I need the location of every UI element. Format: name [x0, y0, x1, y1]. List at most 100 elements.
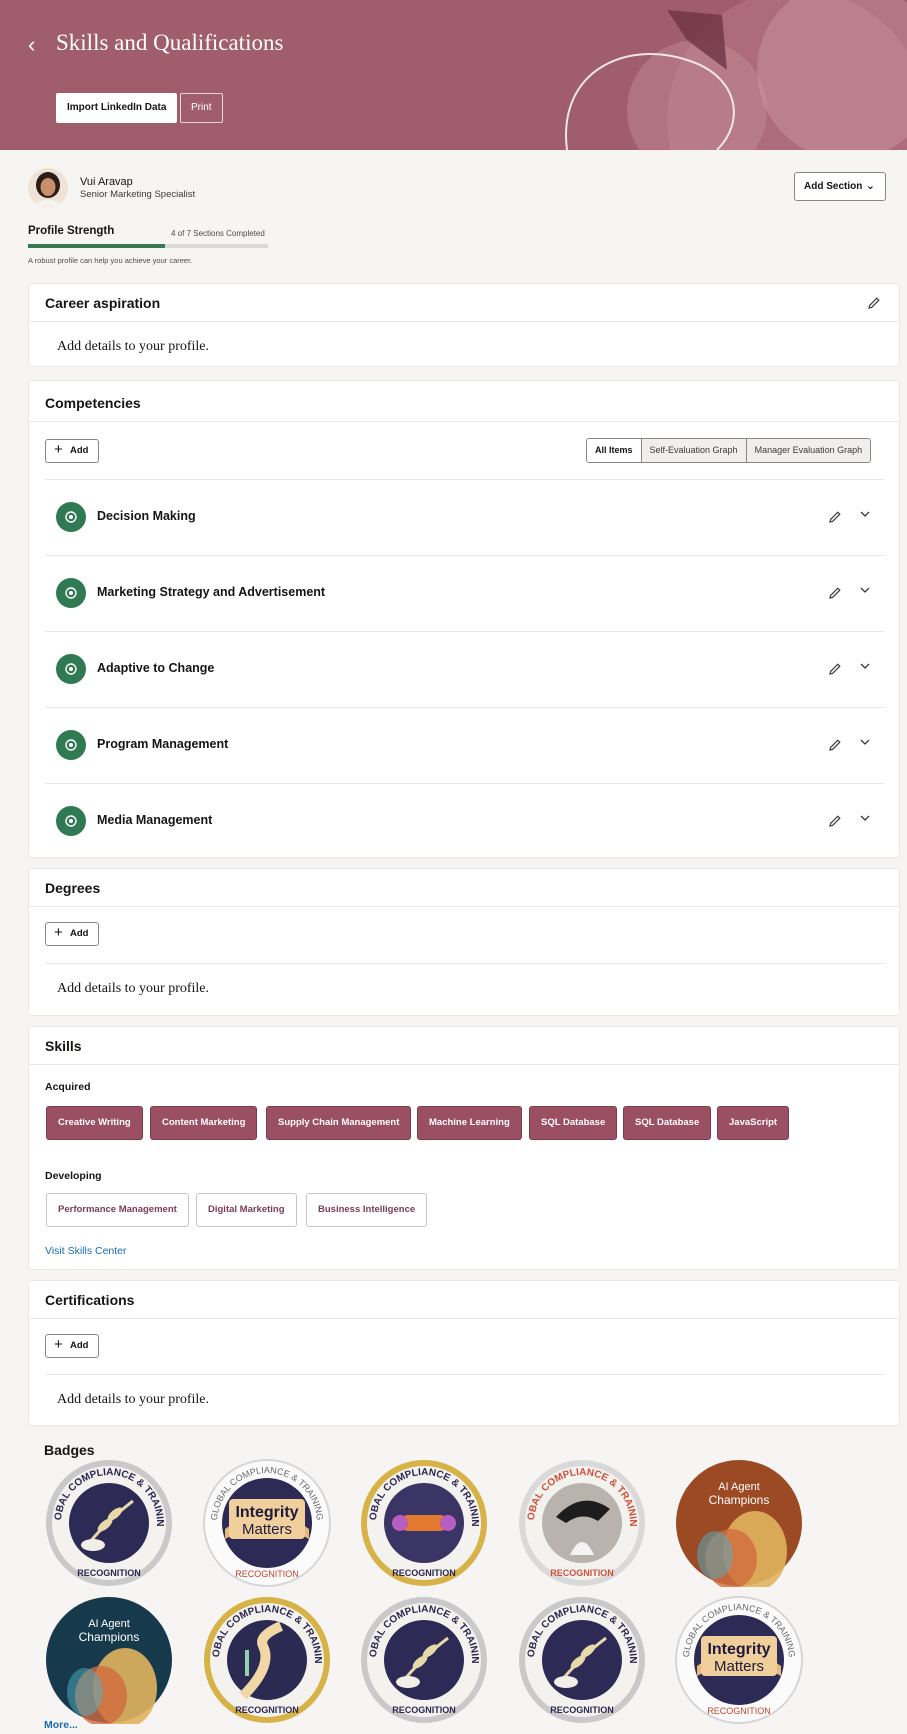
view-manager-evaluation-graph[interactable]: Manager Evaluation Graph — [745, 439, 871, 462]
badge-ring-icon[interactable]: GLOBAL COMPLIANCE & TRAINING RECOGNITION — [360, 1596, 488, 1724]
more-badges-link[interactable]: More... — [44, 1719, 78, 1731]
edit-icon[interactable] — [867, 296, 881, 310]
degrees-card: Degrees + Add Add details to your profile… — [28, 868, 900, 1016]
edit-icon[interactable] — [828, 662, 842, 676]
plus-icon: + — [54, 1336, 63, 1353]
chevron-down-icon[interactable] — [857, 582, 873, 598]
divider — [45, 783, 885, 784]
competency-row[interactable]: Adaptive to Change — [45, 631, 885, 707]
view-all-items[interactable]: All Items — [587, 439, 641, 462]
career-empty-message: Add details to your profile. — [57, 339, 210, 354]
add-label: Add — [70, 928, 89, 939]
competency-icon — [56, 806, 86, 836]
divider — [45, 707, 885, 708]
svg-text:Champions: Champions — [709, 1493, 770, 1507]
badge-ring-icon[interactable]: GLOBAL COMPLIANCE & TRAINING RECOGNITION — [360, 1459, 488, 1587]
chevron-down-icon[interactable] — [857, 506, 873, 522]
competency-row[interactable]: Decision Making — [45, 479, 885, 555]
chevron-down-icon[interactable] — [857, 658, 873, 674]
certifications-empty-message: Add details to your profile. — [57, 1392, 210, 1407]
divider — [29, 1318, 899, 1319]
divider — [29, 1064, 899, 1065]
divider — [45, 555, 885, 556]
edit-icon[interactable] — [828, 510, 842, 524]
competency-icon — [56, 654, 86, 684]
svg-text:RECOGNITION: RECOGNITION — [550, 1705, 614, 1715]
divider — [45, 963, 885, 964]
add-competency-button[interactable]: + Add — [45, 439, 99, 463]
competency-icon — [56, 578, 86, 608]
add-section-label: Add Section — [804, 181, 863, 192]
svg-text:RECOGNITION: RECOGNITION — [707, 1706, 771, 1716]
developing-skill-chip[interactable]: Performance Management — [46, 1193, 189, 1227]
badge-ai-icon[interactable]: AI Agent Champions — [45, 1596, 173, 1724]
svg-text:AI Agent: AI Agent — [88, 1618, 130, 1630]
visit-skills-center-link[interactable]: Visit Skills Center — [45, 1245, 127, 1257]
competencies-card: Competencies + Add All Items Self-Evaluat… — [28, 380, 900, 858]
acquired-skill-chip[interactable]: SQL Database — [623, 1106, 712, 1140]
svg-text:RECOGNITION: RECOGNITION — [77, 1568, 141, 1578]
competency-name: Decision Making — [97, 509, 196, 523]
import-linkedin-button[interactable]: Import LinkedIn Data — [56, 93, 178, 123]
chevron-down-icon: ⌄ — [865, 180, 875, 192]
profile-strength-hint: A robust profile can help you achieve yo… — [28, 256, 193, 265]
acquired-label: Acquired — [45, 1081, 91, 1093]
chevron-down-icon[interactable] — [857, 734, 873, 750]
svg-text:RECOGNITION: RECOGNITION — [550, 1568, 614, 1578]
profile-strength-label: Profile Strength — [28, 225, 115, 237]
certifications-card: Certifications + Add Add details to your … — [28, 1280, 900, 1426]
plus-icon: + — [54, 441, 63, 458]
badge-integrity-icon[interactable]: Integrity Matters GLOBAL COMPLIANCE & TR… — [203, 1459, 331, 1587]
acquired-skill-chip[interactable]: Supply Chain Management — [266, 1106, 412, 1140]
add-label: Add — [70, 1340, 89, 1351]
badge-ring-icon[interactable]: GLOBAL COMPLIANCE & TRAINING RECOGNITION — [518, 1459, 646, 1587]
svg-text:Matters: Matters — [242, 1521, 292, 1538]
career-aspiration-title: Career aspiration — [45, 295, 161, 311]
divider — [45, 1374, 885, 1375]
edit-icon[interactable] — [828, 586, 842, 600]
competency-name: Marketing Strategy and Advertisement — [97, 585, 326, 599]
competency-name: Media Management — [97, 813, 213, 827]
developing-skill-chip[interactable]: Digital Marketing — [196, 1193, 297, 1227]
add-certification-button[interactable]: + Add — [45, 1334, 99, 1358]
add-label: Add — [70, 445, 89, 456]
back-button[interactable]: ‹ — [28, 33, 48, 57]
add-section-button[interactable]: Add Section ⌄ — [794, 172, 886, 201]
svg-text:Integrity: Integrity — [707, 1641, 770, 1658]
page-title: Skills and Qualifications — [56, 30, 284, 55]
chevron-down-icon[interactable] — [857, 810, 873, 826]
acquired-skill-chip[interactable]: SQL Database — [529, 1106, 618, 1140]
divider — [29, 421, 899, 422]
competency-icon — [56, 502, 86, 532]
page-header: ‹ Skills and Qualifications Import Linke… — [0, 0, 907, 150]
add-degree-button[interactable]: + Add — [45, 922, 99, 946]
view-self-evaluation-graph[interactable]: Self-Evaluation Graph — [640, 439, 746, 462]
edit-icon[interactable] — [828, 814, 842, 828]
svg-text:RECOGNITION: RECOGNITION — [392, 1568, 456, 1578]
developing-skill-chip[interactable]: Business Intelligence — [306, 1193, 428, 1227]
divider — [45, 479, 885, 480]
svg-text:RECOGNITION: RECOGNITION — [392, 1705, 456, 1715]
badge-ring-icon[interactable]: GLOBAL COMPLIANCE & TRAINING RECOGNITION — [45, 1459, 173, 1587]
badges-title: Badges — [44, 1442, 95, 1458]
skills-card: Skills Acquired Creative Writing Content… — [28, 1026, 900, 1270]
divider — [45, 631, 885, 632]
competency-name: Adaptive to Change — [97, 661, 215, 675]
skills-title: Skills — [45, 1038, 82, 1054]
acquired-skill-chip[interactable]: JavaScript — [717, 1106, 790, 1140]
competency-row[interactable]: Program Management — [45, 707, 885, 783]
career-aspiration-card: Career aspiration Add details to your pr… — [28, 283, 900, 367]
badge-ring-icon[interactable]: GLOBAL COMPLIANCE & TRAINING RECOGNITION — [203, 1596, 331, 1724]
badge-ring-icon[interactable]: GLOBAL COMPLIANCE & TRAINING RECOGNITION — [518, 1596, 646, 1724]
competency-row[interactable]: Marketing Strategy and Advertisement — [45, 555, 885, 631]
edit-icon[interactable] — [828, 738, 842, 752]
profile-strength-fill — [28, 244, 166, 248]
acquired-skill-chip[interactable]: Content Marketing — [150, 1106, 258, 1140]
print-button[interactable]: Print — [180, 93, 223, 123]
svg-text:Integrity: Integrity — [235, 1504, 298, 1521]
competency-row[interactable]: Media Management — [45, 783, 885, 859]
acquired-skill-chip[interactable]: Creative Writing — [46, 1106, 143, 1140]
acquired-skill-chip[interactable]: Machine Learning — [417, 1106, 522, 1140]
badge-ai-icon[interactable]: AI Agent Champions — [675, 1459, 803, 1587]
badge-integrity-icon[interactable]: Integrity Matters GLOBAL COMPLIANCE & TR… — [675, 1596, 803, 1724]
